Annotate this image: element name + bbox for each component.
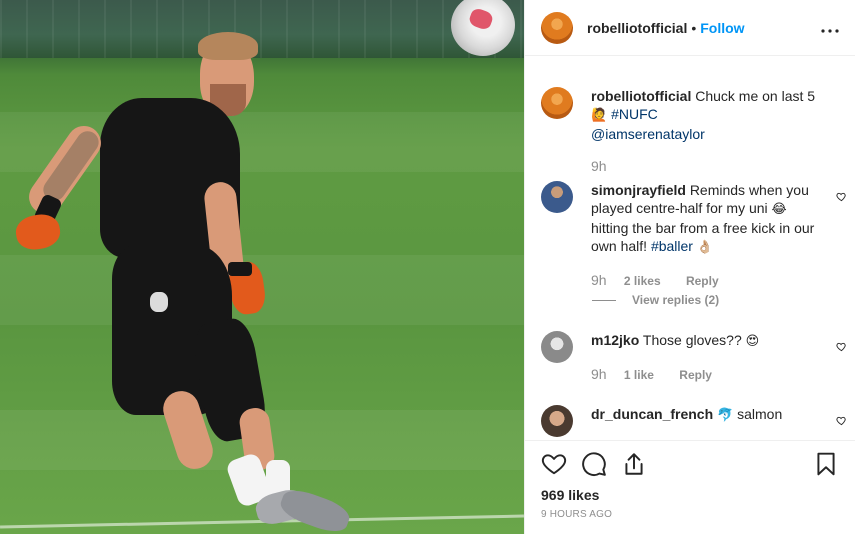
post-header: robelliotofficial • Follow <box>525 0 855 56</box>
follow-button[interactable]: Follow <box>700 20 744 36</box>
comments-list[interactable]: robelliotofficial Chuck me on last 5 🙋 #… <box>525 57 855 440</box>
comment-text: Those gloves?? <box>642 332 742 348</box>
view-replies-label[interactable]: View replies (2) <box>632 293 719 307</box>
caption: robelliotofficial Chuck me on last 5 🙋 #… <box>541 87 841 176</box>
comment-text: salmon <box>737 406 783 422</box>
comment-item: m12jko Those gloves?? 😍 9h 1 like Reply <box>541 331 841 384</box>
player <box>0 0 524 534</box>
caption-text: Chuck me on last 5 <box>695 88 816 104</box>
comment-like-icon[interactable] <box>836 415 847 426</box>
view-replies-button[interactable]: View replies (2) <box>592 293 719 307</box>
comment-avatar[interactable] <box>541 405 573 437</box>
caption-time[interactable]: 9h <box>591 158 607 174</box>
comment-emoji: 🐬 <box>717 408 734 423</box>
comment-item: dr_duncan_french 🐬 salmon <box>541 405 841 437</box>
author-username[interactable]: robelliotofficial <box>587 20 687 36</box>
reply-button[interactable]: Reply <box>686 274 719 288</box>
comment-emoji: 😂 <box>771 202 787 217</box>
comment-username[interactable]: m12jko <box>591 332 639 348</box>
replies-divider <box>592 299 616 301</box>
comment-like-icon[interactable] <box>836 191 847 202</box>
likes-count[interactable]: 969 likes <box>525 487 855 503</box>
comment-icon[interactable] <box>581 451 607 477</box>
author-avatar[interactable] <box>541 11 573 44</box>
reply-button[interactable]: Reply <box>679 368 712 382</box>
comment-username[interactable]: dr_duncan_french <box>591 406 713 422</box>
post-actions: 969 likes 9 HOURS AGO <box>525 440 855 520</box>
comment-time[interactable]: 9h <box>591 272 607 288</box>
comment-time[interactable]: 9h <box>591 366 607 382</box>
caption-hashtag[interactable]: #NUFC <box>611 106 658 122</box>
more-options-icon[interactable] <box>821 17 839 38</box>
caption-username[interactable]: robelliotofficial <box>591 88 691 104</box>
comment-item: simonjrayfield Reminds when you played c… <box>541 181 841 290</box>
caption-avatar[interactable] <box>541 87 573 119</box>
share-icon[interactable] <box>621 451 647 477</box>
comment-avatar[interactable] <box>541 181 573 213</box>
comment-likes-count[interactable]: 1 like <box>624 368 654 382</box>
comment-emoji: 😍 <box>745 334 760 349</box>
heart-icon[interactable] <box>541 451 567 477</box>
caption-mention[interactable]: @iamserenataylor <box>591 126 705 142</box>
bookmark-icon[interactable] <box>813 451 839 477</box>
instagram-post: robelliotofficial • Follow robelliotoffi… <box>0 0 855 534</box>
post-photo[interactable] <box>0 0 524 534</box>
comment-username[interactable]: simonjrayfield <box>591 182 686 198</box>
header-separator: • <box>691 19 697 36</box>
caption-emoji: 🙋 <box>591 108 608 123</box>
post-timestamp[interactable]: 9 HOURS AGO <box>525 509 855 520</box>
comment-likes-count[interactable]: 2 likes <box>624 274 661 288</box>
post-sidebar: robelliotofficial • Follow robelliotoffi… <box>524 0 855 534</box>
comment-avatar[interactable] <box>541 331 573 363</box>
comment-like-icon[interactable] <box>836 341 847 352</box>
comment-hashtag[interactable]: #baller <box>651 238 693 254</box>
comment-emoji: 👌🏼 <box>696 240 714 255</box>
